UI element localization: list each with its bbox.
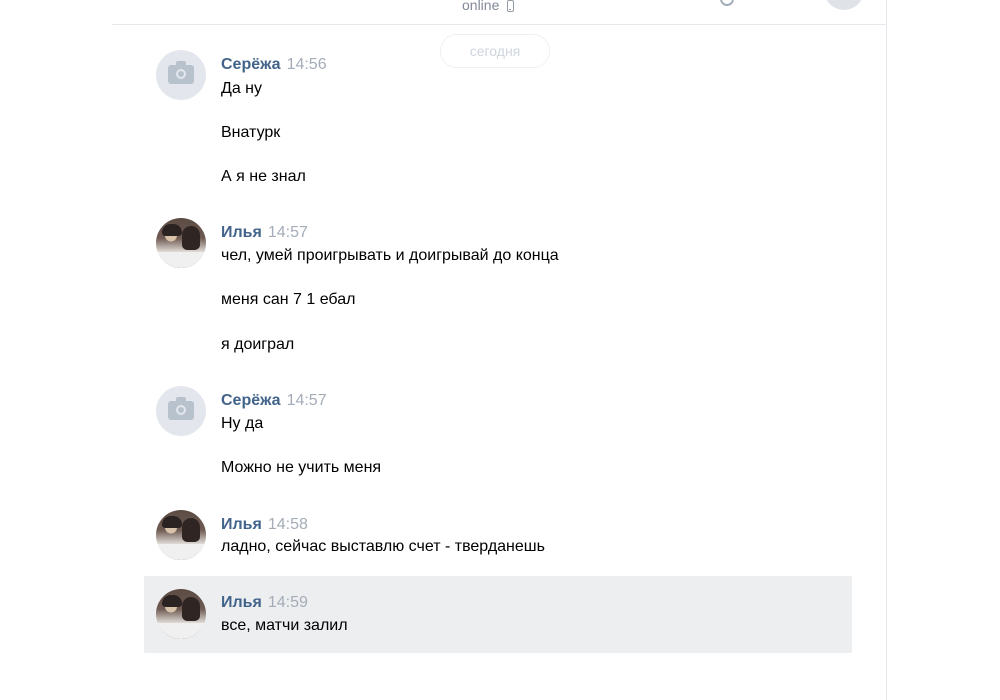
avatar-photo-detail [156, 623, 206, 639]
message-text: все, матчи залил [221, 617, 348, 634]
message-header: Серёжа 14:56 [221, 56, 327, 74]
message-header: Илья 14:59 [221, 594, 308, 612]
message-group-selected[interactable]: Илья 14:59 все, матчи залил [144, 576, 852, 653]
message-group[interactable]: Серёжа 14:56 Да ну Внатурк А я не знал [144, 50, 852, 195]
sender-name[interactable]: Илья [221, 224, 262, 241]
chat-panel: online сегодня Серёжа 14:56 Да ну Внатурк… [112, 0, 887, 700]
avatar-photo-detail [182, 597, 200, 621]
message-text: я доиграл [221, 336, 295, 353]
mobile-phone-icon [507, 0, 515, 12]
message-time[interactable]: 14:56 [287, 56, 327, 73]
message-time[interactable]: 14:57 [268, 224, 308, 241]
message-header: Серёжа 14:57 [221, 392, 327, 410]
avatar[interactable] [156, 218, 206, 268]
avatar-photo-detail [162, 224, 182, 236]
avatar[interactable] [156, 50, 206, 100]
message-text: меня сан 7 1 ебал [221, 291, 356, 308]
chat-avatar[interactable] [824, 0, 864, 10]
sender-name[interactable]: Серёжа [221, 392, 281, 409]
avatar-photo-detail [182, 226, 200, 250]
avatar[interactable] [156, 510, 206, 560]
message-text: Ну да [221, 415, 264, 432]
message-header: Илья 14:58 [221, 516, 308, 534]
avatar[interactable] [156, 589, 206, 639]
avatar-photo-detail [182, 518, 200, 542]
online-status: online [462, 0, 515, 13]
search-icon[interactable] [720, 0, 734, 6]
camera-placeholder-icon [168, 397, 194, 420]
message-text: А я не знал [221, 168, 306, 185]
sender-name[interactable]: Илья [221, 516, 262, 533]
avatar-photo-detail [156, 252, 206, 268]
message-time[interactable]: 14:59 [268, 594, 308, 611]
message-group[interactable]: Серёжа 14:57 Ну да Можно не учить меня [144, 386, 852, 486]
avatar-photo-detail [162, 516, 182, 528]
chat-header: online [112, 0, 886, 25]
avatar-photo-detail [156, 544, 206, 560]
page: online сегодня Серёжа 14:56 Да ну Внатурк… [0, 0, 1000, 700]
message-group[interactable]: Илья 14:58 ладно, сейчас выставлю счет - … [144, 510, 852, 565]
message-text: чел, умей проигрывать и доигрывай до кон… [221, 247, 559, 264]
message-text: Да ну [221, 80, 263, 97]
message-group[interactable]: Илья 14:57 чел, умей проигрывать и доигры… [144, 218, 852, 363]
message-text: ладно, сейчас выставлю счет - тверданешь [221, 538, 545, 555]
message-text: Можно не учить меня [221, 459, 382, 476]
message-time[interactable]: 14:58 [268, 516, 308, 533]
message-header: Илья 14:57 [221, 224, 308, 242]
avatar[interactable] [156, 386, 206, 436]
online-status-text: online [462, 0, 500, 13]
message-time[interactable]: 14:57 [287, 392, 327, 409]
sender-name[interactable]: Серёжа [221, 56, 281, 73]
message-text: Внатурк [221, 124, 281, 141]
camera-placeholder-icon [168, 61, 194, 84]
avatar-photo-detail [162, 595, 182, 607]
sender-name[interactable]: Илья [221, 594, 262, 611]
